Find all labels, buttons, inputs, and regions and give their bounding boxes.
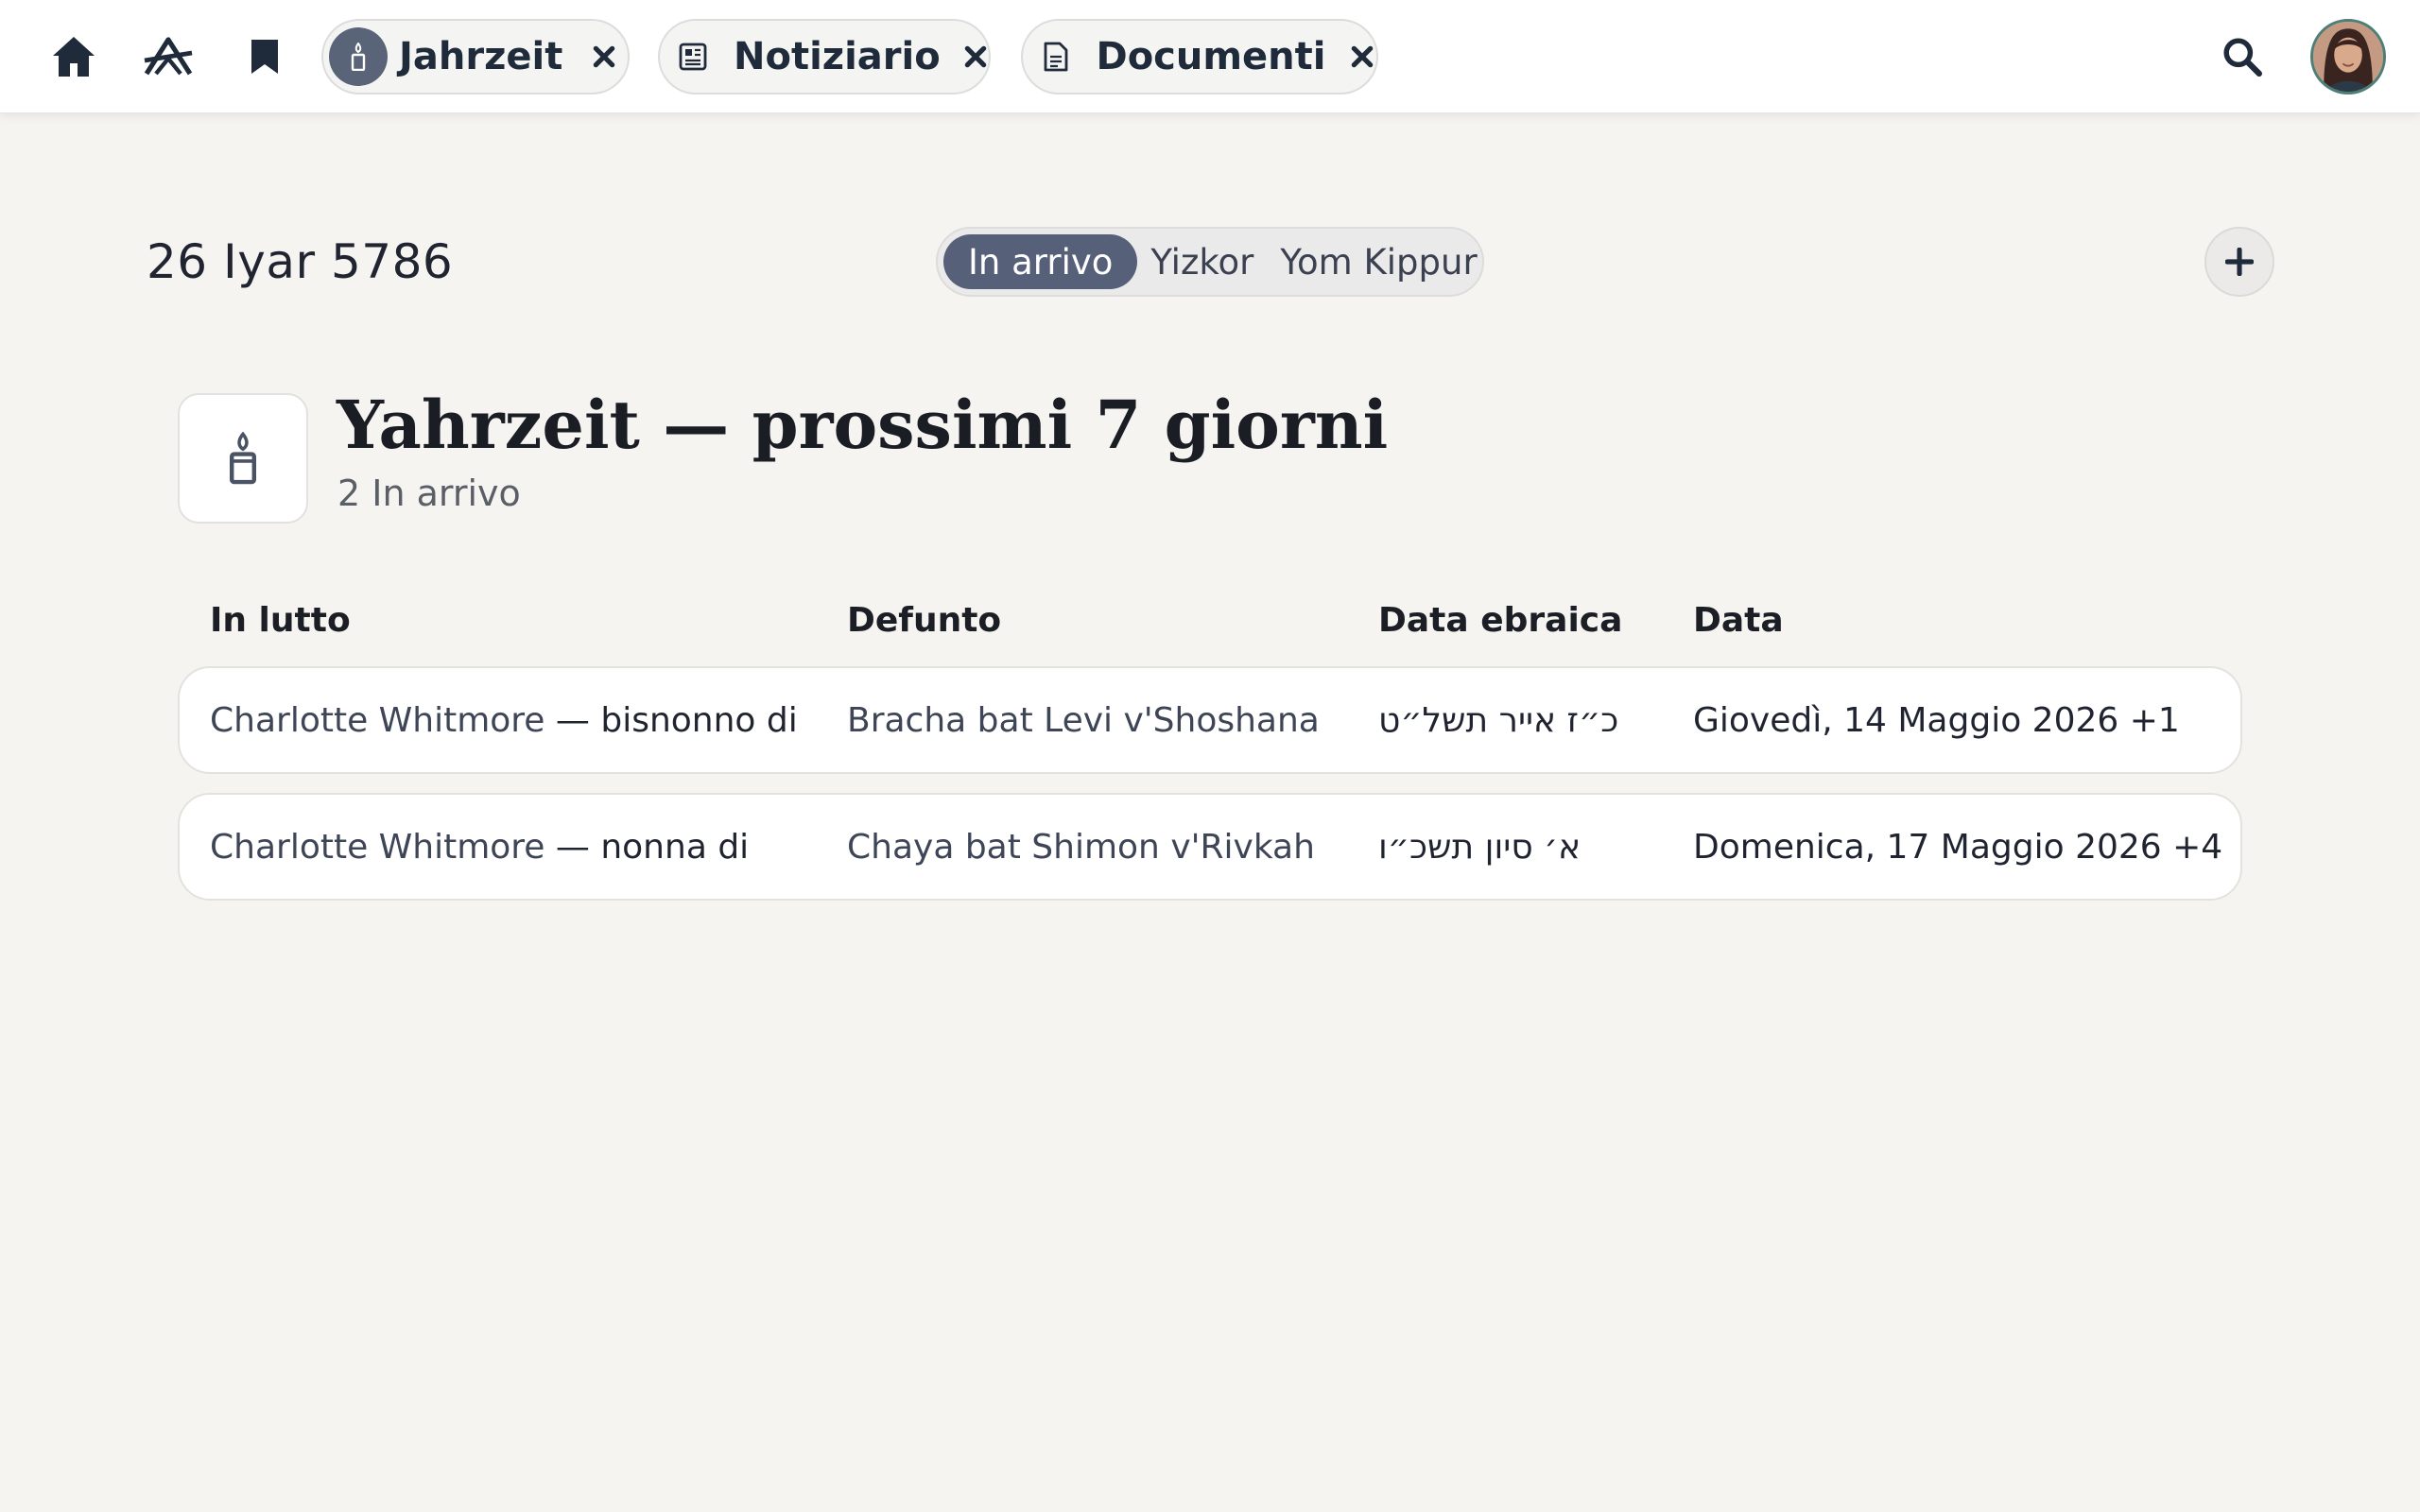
candle-icon	[230, 432, 256, 485]
mourner-cell: Charlotte Whitmore — nonna di	[210, 795, 749, 899]
date-cell: Giovedì, 14 Maggio 2026 +1	[1693, 700, 2180, 740]
candle-icon	[351, 43, 366, 71]
tab-documenti[interactable]: Documenti	[1021, 19, 1378, 94]
mourner-cell: Charlotte Whitmore — bisnonno di	[210, 668, 798, 772]
tab-close-button[interactable]	[1349, 38, 1377, 76]
tab-notiziario[interactable]: Notiziario	[658, 19, 991, 94]
tab-close-button[interactable]	[963, 38, 989, 76]
deceased-name-link[interactable]: Bracha bat Levi v'Shoshana	[847, 668, 1320, 772]
mourner-relation: — bisnonno di	[544, 700, 798, 740]
hebrew-date-cell: כ״ז אייר תשל״ט	[1378, 700, 1619, 740]
tab-label: Documenti	[1096, 35, 1326, 78]
newspaper-icon	[679, 43, 707, 71]
column-header-date[interactable]: Data	[1693, 601, 1784, 640]
deceased-name-link[interactable]: Chaya bat Shimon v'Rivkah	[847, 795, 1315, 899]
bookmark-icon	[251, 40, 278, 74]
add-button[interactable]	[2204, 227, 2274, 297]
tab-jahrzeit-icon-wrap	[329, 27, 388, 86]
tab-documenti-icon-wrap	[1042, 38, 1070, 76]
date-cell: Domenica, 17 Maggio 2026 +4	[1693, 827, 2223, 867]
bookmarks-button[interactable]	[234, 26, 295, 87]
hebrew-date: 26 Iyar 5786	[147, 234, 454, 289]
section-icon-box	[178, 393, 308, 524]
filter-yizkor[interactable]: Yizkor	[1137, 234, 1267, 289]
tab-label: Notiziario	[734, 35, 941, 78]
mourner-name-link[interactable]: Charlotte Whitmore	[210, 828, 544, 867]
column-header-hebrew-date[interactable]: Data ebraica	[1378, 601, 1622, 640]
search-button[interactable]	[2212, 26, 2273, 87]
filter-yom-kippur[interactable]: Yom Kippur	[1267, 234, 1490, 289]
hebrew-date-cell: א׳ סיון תשכ״ו	[1378, 827, 1582, 867]
close-icon	[965, 45, 987, 68]
home-icon	[53, 37, 95, 77]
close-icon	[1351, 45, 1374, 68]
tab-label: Jahrzeit	[399, 35, 563, 78]
table-row[interactable]: Charlotte Whitmore — nonna di Chaya bat …	[178, 793, 2242, 901]
column-header-mourner[interactable]: In lutto	[210, 601, 351, 640]
filter-in-arrivo[interactable]: In arrivo	[943, 234, 1138, 289]
section-subtitle: 2 In arrivo	[337, 472, 521, 514]
compass-icon	[144, 37, 193, 76]
explore-button[interactable]	[138, 26, 199, 87]
column-header-deceased[interactable]: Defunto	[847, 601, 1001, 640]
user-avatar-image	[2313, 22, 2383, 92]
home-button[interactable]	[43, 26, 104, 87]
document-icon	[1044, 42, 1068, 72]
tab-close-button[interactable]	[585, 38, 623, 76]
tab-jahrzeit[interactable]: Jahrzeit	[321, 19, 630, 94]
plus-icon	[2225, 248, 2254, 276]
close-icon	[594, 45, 615, 68]
mourner-name-link[interactable]: Charlotte Whitmore	[210, 701, 544, 740]
search-icon	[2223, 38, 2262, 77]
avatar[interactable]	[2310, 19, 2386, 94]
top-bar: Jahrzeit Notiziario Documenti	[0, 0, 2420, 113]
tab-notiziario-icon-wrap	[679, 38, 707, 76]
table-row[interactable]: Charlotte Whitmore — bisnonno di Bracha …	[178, 666, 2242, 774]
filter-segmented-control: In arrivo Yizkor Yom Kippur	[936, 227, 1484, 297]
mourner-relation: — nonna di	[544, 827, 750, 867]
section-title: Yahrzeit — prossimi 7 giorni	[337, 386, 1389, 464]
